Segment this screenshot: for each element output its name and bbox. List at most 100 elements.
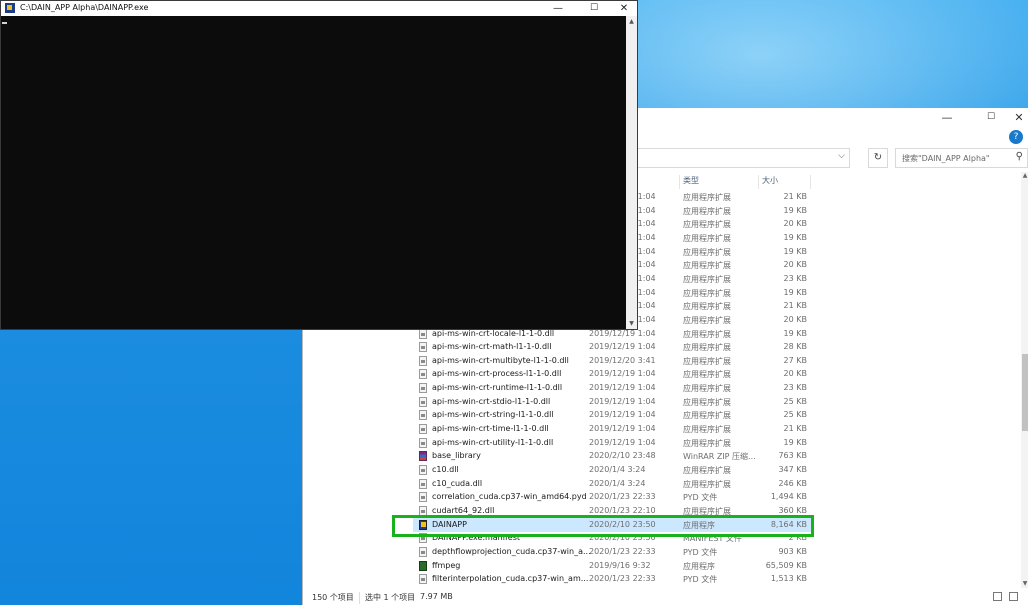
search-placeholder: 搜索"DAIN_APP Alpha" [902, 154, 990, 163]
console-scrollbar[interactable]: ▲ ▼ [626, 16, 637, 329]
file-row[interactable]: filterinterpolation_cuda.cp37-win_am... 2… [413, 572, 813, 586]
explorer-minimize-button[interactable]: — [931, 108, 963, 127]
console-window[interactable]: C:\DAIN_APP Alpha\DAINAPP.exe — ☐ ✕ ▲ ▼ [0, 0, 638, 330]
file-row[interactable]: c10.dll 2020/1/4 3:24 应用程序扩展 347 KB [413, 463, 813, 477]
file-size: 360 KB [778, 505, 807, 515]
search-icon: ⚲ [1015, 151, 1023, 162]
file-name: correlation_cuda.cp37-win_amd64.pyd [432, 492, 587, 502]
file-size: 27 KB [783, 355, 807, 365]
file-size: 20 KB [783, 314, 807, 324]
file-type: 应用程序扩展 [683, 466, 731, 475]
file-size: 20 KB [783, 260, 807, 270]
file-list-scrollbar[interactable]: ▲ ▼ [1021, 172, 1028, 588]
file-icon [419, 355, 427, 366]
file-size: 21 KB [783, 424, 807, 434]
file-date: 2019/12/19 1:04 [589, 396, 656, 406]
file-row[interactable]: c10_cuda.dll 2020/1/4 3:24 应用程序扩展 246 KB [413, 477, 813, 491]
file-row[interactable]: ffmpeg 2019/9/16 9:32 应用程序 65,509 KB [413, 559, 813, 573]
scroll-up-icon[interactable]: ▲ [626, 16, 637, 27]
file-row[interactable]: api-ms-win-crt-runtime-l1-1-0.dll 2019/12… [413, 381, 813, 395]
column-separator[interactable] [758, 175, 759, 189]
file-size: 25 KB [783, 410, 807, 420]
selection-size: 7.97 MB [420, 592, 453, 601]
file-name: c10_cuda.dll [432, 478, 483, 488]
file-row[interactable]: depthflowprojection_cuda.cp37-win_a... 20… [413, 545, 813, 559]
file-date: 2020/1/23 22:33 [589, 546, 656, 556]
file-date: 2019/12/19 1:04 [589, 369, 656, 379]
file-name: api-ms-win-crt-time-l1-1-0.dll [432, 424, 549, 434]
text-cursor [2, 22, 7, 24]
console-maximize-button[interactable]: ☐ [579, 1, 609, 16]
refresh-button[interactable]: ↻ [868, 148, 888, 168]
file-icon [419, 383, 427, 394]
search-input[interactable]: 搜索"DAIN_APP Alpha" ⚲ [895, 148, 1028, 168]
file-type: 应用程序扩展 [683, 274, 731, 284]
file-name: api-ms-win-crt-stdio-l1-1-0.dll [432, 396, 551, 406]
file-type: 应用程序扩展 [683, 329, 731, 339]
file-type: PYD 文件 [683, 493, 718, 503]
file-type: 应用程序扩展 [683, 193, 731, 202]
selection-count: 选中 1 个项目 [365, 593, 416, 602]
file-size: 28 KB [783, 342, 807, 352]
file-icon [419, 396, 427, 407]
column-header-size[interactable]: 大小 [762, 175, 778, 186]
file-size: 25 KB [783, 396, 807, 406]
large-icons-view-icon[interactable] [1009, 592, 1018, 601]
explorer-close-button[interactable]: ✕ [1003, 108, 1028, 127]
file-size: 19 KB [783, 246, 807, 256]
file-date: 2020/1/23 22:33 [589, 574, 656, 584]
scroll-up-icon[interactable]: ▲ [1021, 172, 1028, 180]
scrollbar-thumb[interactable] [1022, 354, 1028, 431]
file-name: api-ms-win-crt-math-l1-1-0.dll [432, 342, 552, 352]
file-date: 2019/12/19 1:04 [589, 437, 656, 447]
file-size: 19 KB [783, 287, 807, 297]
file-name: api-ms-win-crt-process-l1-1-0.dll [432, 369, 562, 379]
file-type: 应用程序扩展 [683, 356, 731, 366]
column-header-type[interactable]: 类型 [683, 175, 699, 186]
file-row[interactable]: base_library 2020/2/10 23:48 WinRAR ZIP 压缩… [413, 449, 813, 463]
file-row[interactable]: api-ms-win-crt-time-l1-1-0.dll 2019/12/19… [413, 422, 813, 436]
column-separator[interactable] [679, 175, 680, 189]
console-output[interactable] [1, 16, 626, 329]
file-icon [419, 465, 427, 475]
help-icon[interactable]: ? [1009, 130, 1023, 144]
file-size: 23 KB [783, 383, 807, 393]
column-separator[interactable] [810, 175, 811, 189]
file-size: 19 KB [783, 437, 807, 447]
file-row[interactable]: correlation_cuda.cp37-win_amd64.pyd 2020/… [413, 490, 813, 504]
file-type: 应用程序扩展 [683, 438, 731, 448]
file-row[interactable]: api-ms-win-crt-string-l1-1-0.dll 2019/12/… [413, 408, 813, 422]
file-row[interactable]: api-ms-win-crt-utility-l1-1-0.dll 2019/12… [413, 436, 813, 450]
console-titlebar[interactable]: C:\DAIN_APP Alpha\DAINAPP.exe — ☐ ✕ [1, 1, 637, 16]
file-size: 1,494 KB [770, 492, 807, 502]
file-type: 应用程序扩展 [683, 370, 731, 380]
details-view-icon[interactable] [993, 592, 1002, 601]
file-row[interactable]: api-ms-win-crt-stdio-l1-1-0.dll 2019/12/1… [413, 395, 813, 409]
scroll-down-icon[interactable]: ▼ [1021, 580, 1028, 588]
file-row[interactable]: api-ms-win-crt-math-l1-1-0.dll 2019/12/19… [413, 340, 813, 354]
file-date: 2019/12/19 1:04 [589, 383, 656, 393]
status-divider [359, 592, 360, 604]
file-size: 347 KB [778, 465, 807, 474]
file-size: 21 KB [783, 301, 807, 311]
console-close-button[interactable]: ✕ [609, 1, 639, 16]
file-size: 20 KB [783, 219, 807, 229]
console-title: C:\DAIN_APP Alpha\DAINAPP.exe [20, 3, 149, 12]
file-name: base_library [432, 451, 481, 461]
console-minimize-button[interactable]: — [543, 1, 573, 16]
file-type: 应用程序 [683, 561, 715, 571]
file-type: 应用程序扩展 [683, 397, 731, 407]
highlight-annotation [392, 515, 814, 537]
file-row[interactable]: api-ms-win-crt-multibyte-l1-1-0.dll 2019/… [413, 354, 813, 368]
file-row[interactable]: api-ms-win-crt-process-l1-1-0.dll 2019/12… [413, 367, 813, 381]
status-bar: 150 个项目 选中 1 个项目 7.97 MB [303, 588, 1028, 605]
file-date: 2019/12/19 1:04 [589, 424, 656, 434]
file-size: 763 KB [778, 451, 807, 461]
file-date: 2020/1/4 3:24 [589, 465, 646, 474]
app-icon [5, 3, 15, 13]
chevron-down-icon[interactable]: ⌵ [838, 151, 845, 161]
scroll-down-icon[interactable]: ▼ [626, 318, 637, 329]
file-size: 23 KB [783, 273, 807, 283]
ffmpeg-icon [419, 560, 427, 571]
item-count: 150 个项目 [312, 593, 354, 602]
